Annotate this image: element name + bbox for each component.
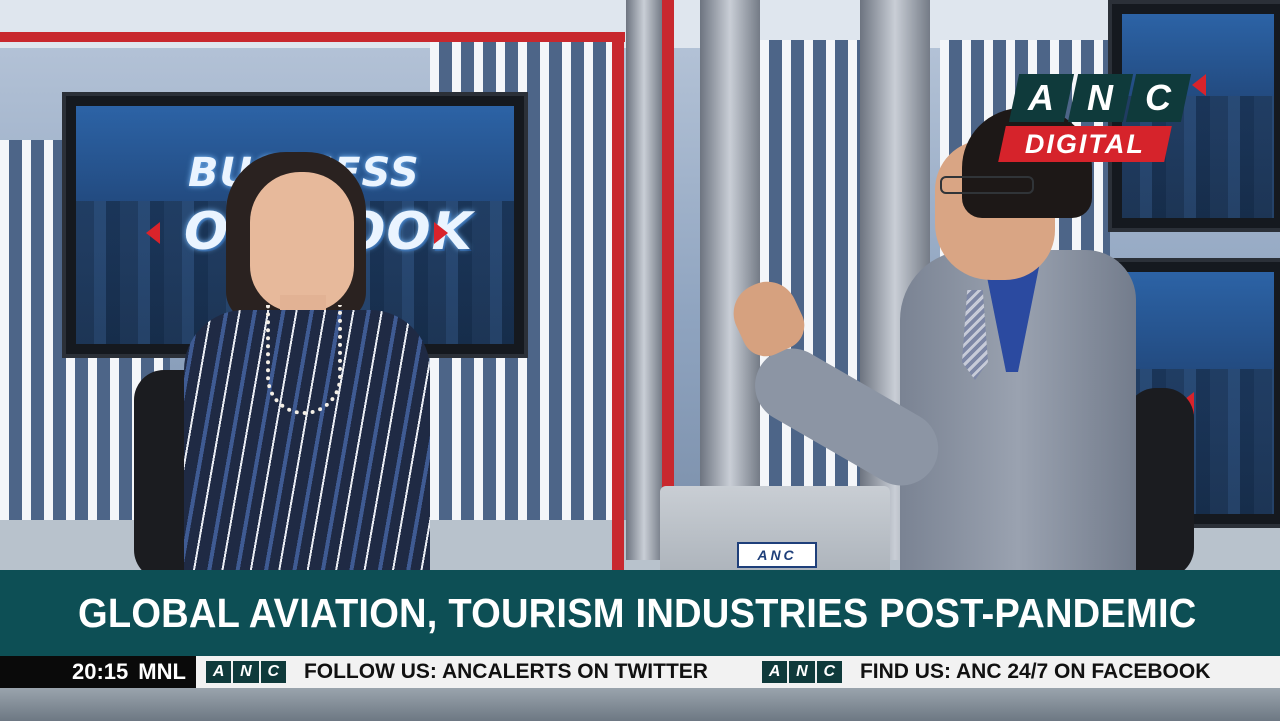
arrow-right-icon [434, 222, 448, 244]
logo-letter: A [1008, 74, 1074, 122]
logo-letter-text: A [1028, 77, 1055, 118]
ticker-item: FIND US: ANC 24/7 ON FACEBOOK [859, 660, 1211, 683]
digital-label-text: DIGITAL [1025, 128, 1145, 159]
ticker-item: FOLLOW US: ANCALERTS ON TWITTER [303, 660, 708, 683]
host-chair [1126, 388, 1194, 578]
logo-letter: C [1126, 74, 1192, 122]
red-frame-top [0, 32, 625, 42]
logo-letter: N [1067, 74, 1133, 122]
ticker-zone: MNL [138, 659, 186, 684]
bottom-scene-strip [0, 688, 1280, 721]
arrow-left-icon [146, 222, 160, 244]
logo-letter-text: N [1087, 77, 1113, 118]
pearl-necklace [266, 305, 342, 415]
ticker-time: 20:15 [72, 659, 129, 684]
ticker-track: 20:15 MNL ANC FOLLOW US: ANCALERTS ON TW… [0, 656, 1254, 688]
ticker-anc-logo: ANC [205, 661, 286, 683]
headline-text: GLOBAL AVIATION, TOURISM INDUSTRIES POST… [78, 589, 1197, 636]
guest-face [250, 172, 354, 312]
ticker-clock: 20:15 MNL [0, 656, 196, 688]
studio-pillar [626, 0, 662, 560]
ticker-anc-logo: ANC [761, 661, 842, 683]
anc-logo-letters: A N C [1008, 74, 1192, 122]
anc-digital-logo: A N C DIGITAL [998, 74, 1192, 162]
host-glasses [940, 176, 1034, 194]
logo-letter-text: C [1145, 77, 1172, 118]
headline-bar: GLOBAL AVIATION, TOURISM INDUSTRIES POST… [0, 570, 1280, 656]
red-frame-post [612, 32, 624, 572]
arrow-left-icon [1192, 74, 1206, 96]
laptop-logo: ANC [737, 542, 817, 568]
studio-pillar [700, 0, 760, 560]
news-ticker: 20:15 MNL ANC FOLLOW US: ANCALERTS ON TW… [0, 656, 1280, 688]
digital-label: DIGITAL [998, 126, 1172, 162]
